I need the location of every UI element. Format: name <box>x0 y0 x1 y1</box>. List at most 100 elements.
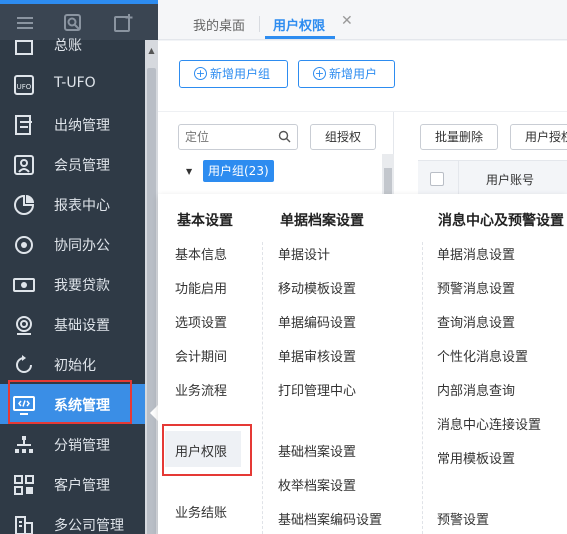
menu-link-document-numbering[interactable]: 单据编码设置 <box>278 312 356 331</box>
sidebar-item-collaboration[interactable]: 协同办公 <box>0 224 145 264</box>
sidebar-item-cashier[interactable]: 出纳管理 <box>0 104 145 144</box>
ledger-icon <box>15 40 33 55</box>
menu-link-document-message[interactable]: 单据消息设置 <box>437 244 515 263</box>
close-icon[interactable]: ✕ <box>341 13 353 29</box>
sidebar-item-t-ufo[interactable]: UFO T-UFO <box>0 64 145 104</box>
menu-link-basic-archive[interactable]: 基础档案设置 <box>278 441 356 460</box>
menu-link-option-settings[interactable]: 选项设置 <box>175 312 227 331</box>
report-icon <box>14 194 35 215</box>
sidebar-item-label: 报表中心 <box>54 198 110 214</box>
menu-link-common-template[interactable]: 常用模板设置 <box>437 448 515 467</box>
menu-link-user-permissions[interactable]: 用户权限 <box>175 441 227 460</box>
menu-link-feature-enable[interactable]: 功能启用 <box>175 278 227 297</box>
toolbar: + 新增用户组 + 新增用户 <box>158 41 567 111</box>
app-window: 总账 UFO T-UFO 出纳管理 会员管理 报表中心 协同办公 我要贷款 基础… <box>0 0 567 534</box>
menu-link-alert-message[interactable]: 预警消息设置 <box>437 278 515 297</box>
add-user-label: 新增用户 <box>329 67 378 81</box>
menu-link-document-design[interactable]: 单据设计 <box>278 244 330 263</box>
locate-input[interactable] <box>185 129 275 145</box>
sidebar-item-label: 总账 <box>54 38 82 54</box>
user-auth-button[interactable]: 用户授权 <box>510 124 567 150</box>
sidebar-item-customer[interactable]: 客户管理 <box>0 464 145 504</box>
add-user-group-button[interactable]: + 新增用户组 <box>179 60 288 88</box>
sidebar-item-loan[interactable]: 我要贷款 <box>0 264 145 304</box>
menu-link-document-approval[interactable]: 单据审核设置 <box>278 346 356 365</box>
settings-icon <box>16 316 32 335</box>
column-header-user-account: 用户账号 <box>486 173 535 187</box>
sidebar-scrollbar[interactable]: ▲ <box>145 40 158 534</box>
sidebar-item-label: 会员管理 <box>54 158 110 174</box>
select-all-checkbox[interactable] <box>430 172 444 186</box>
sidebar-item-init[interactable]: 初始化 <box>0 344 145 384</box>
menu-link-business-closing[interactable]: 业务结账 <box>175 502 227 521</box>
plus-circle-icon: + <box>313 67 326 80</box>
menu-link-alert-settings[interactable]: 预警设置 <box>437 509 489 528</box>
collaboration-icon <box>15 236 33 254</box>
menu-link-accounting-period[interactable]: 会计期间 <box>175 346 227 365</box>
column-divider <box>422 242 423 534</box>
locate-search-box[interactable] <box>178 124 298 150</box>
group-auth-button[interactable]: 组授权 <box>310 124 376 150</box>
sidebar-item-label: 出纳管理 <box>54 118 110 134</box>
content-area: 组授权 ▼ 用户组(23) 批量删除 用户授权 用户账号 <box>158 111 567 202</box>
scroll-up-icon[interactable]: ▲ <box>147 46 156 60</box>
column-title-basic-settings: 基本设置 <box>177 213 233 229</box>
tab-desktop[interactable]: 我的桌面 <box>193 15 245 34</box>
tree-node-user-group[interactable]: 用户组(23) <box>203 160 274 182</box>
column-divider <box>262 242 263 534</box>
sidebar-item-multi-company[interactable]: 多公司管理 <box>0 504 145 534</box>
tab-separator <box>259 16 260 32</box>
plus-circle-icon: + <box>194 67 207 80</box>
multi-company-icon <box>15 516 33 534</box>
user-grid-header: 用户账号 <box>418 160 567 197</box>
sidebar-item-label: 初始化 <box>54 358 96 374</box>
top-accent-bar <box>0 0 158 4</box>
batch-delete-button[interactable]: 批量删除 <box>420 124 498 150</box>
menu-link-personal-message[interactable]: 个性化消息设置 <box>437 346 528 365</box>
add-user-button[interactable]: + 新增用户 <box>298 60 395 88</box>
member-icon <box>14 155 34 175</box>
sidebar-item-label: T-UFO <box>54 75 96 91</box>
tab-bar: 我的桌面 用户权限 ✕ <box>158 0 567 40</box>
sidebar-item-member[interactable]: 会员管理 <box>0 144 145 184</box>
column-title-document-settings: 单据档案设置 <box>280 213 364 229</box>
sidebar-item-distribution[interactable]: 分销管理 <box>0 424 145 464</box>
sidebar-item-label: 系统管理 <box>54 398 110 414</box>
menu-link-mobile-template[interactable]: 移动模板设置 <box>278 278 356 297</box>
sidebar-item-ledger[interactable]: 总账 <box>0 24 145 64</box>
system-management-menu-panel: 基本设置 单据档案设置 消息中心及预警设置 基本信息 功能启用 选项设置 会计期… <box>158 194 567 534</box>
sidebar-item-label: 我要贷款 <box>54 278 110 294</box>
sidebar-item-label: 客户管理 <box>54 478 110 494</box>
sidebar-item-settings[interactable]: 基础设置 <box>0 304 145 344</box>
menu-link-archive-numbering[interactable]: 基础档案编码设置 <box>278 509 382 528</box>
tab-user-permissions[interactable]: 用户权限 <box>273 15 325 34</box>
user-group-pane: 组授权 ▼ 用户组(23) <box>158 112 394 202</box>
cashier-icon <box>15 115 32 135</box>
menu-link-business-process[interactable]: 业务流程 <box>175 380 227 399</box>
column-divider <box>458 161 459 197</box>
tree-expand-icon[interactable]: ▼ <box>186 167 192 176</box>
customer-icon <box>14 475 34 495</box>
sidebar-item-system[interactable]: 系统管理 <box>0 384 145 424</box>
menu-link-internal-message[interactable]: 内部消息查询 <box>437 380 515 399</box>
menu-link-print-management[interactable]: 打印管理中心 <box>278 380 356 399</box>
menu-link-enum-archive[interactable]: 枚举档案设置 <box>278 475 356 494</box>
user-list-pane: 批量删除 用户授权 用户账号 <box>394 112 567 202</box>
sidebar: 总账 UFO T-UFO 出纳管理 会员管理 报表中心 协同办公 我要贷款 基础… <box>0 0 158 534</box>
svg-text:UFO: UFO <box>17 83 32 91</box>
sidebar-item-label: 分销管理 <box>54 438 110 454</box>
menu-link-basic-info[interactable]: 基本信息 <box>175 244 227 263</box>
menu-link-query-message[interactable]: 查询消息设置 <box>437 312 515 331</box>
sidebar-item-label: 多公司管理 <box>54 518 124 534</box>
ufo-icon: UFO <box>14 75 34 95</box>
system-icon <box>13 396 35 415</box>
scrollbar-thumb[interactable] <box>147 68 156 534</box>
search-icon[interactable] <box>278 130 291 143</box>
sidebar-item-label: 协同办公 <box>54 238 110 254</box>
add-user-group-label: 新增用户组 <box>210 67 271 81</box>
sidebar-item-label: 基础设置 <box>54 318 110 334</box>
menu-link-message-connection[interactable]: 消息中心连接设置 <box>437 414 541 433</box>
active-tab-indicator <box>265 36 335 39</box>
init-icon <box>16 355 32 373</box>
sidebar-item-report[interactable]: 报表中心 <box>0 184 145 224</box>
